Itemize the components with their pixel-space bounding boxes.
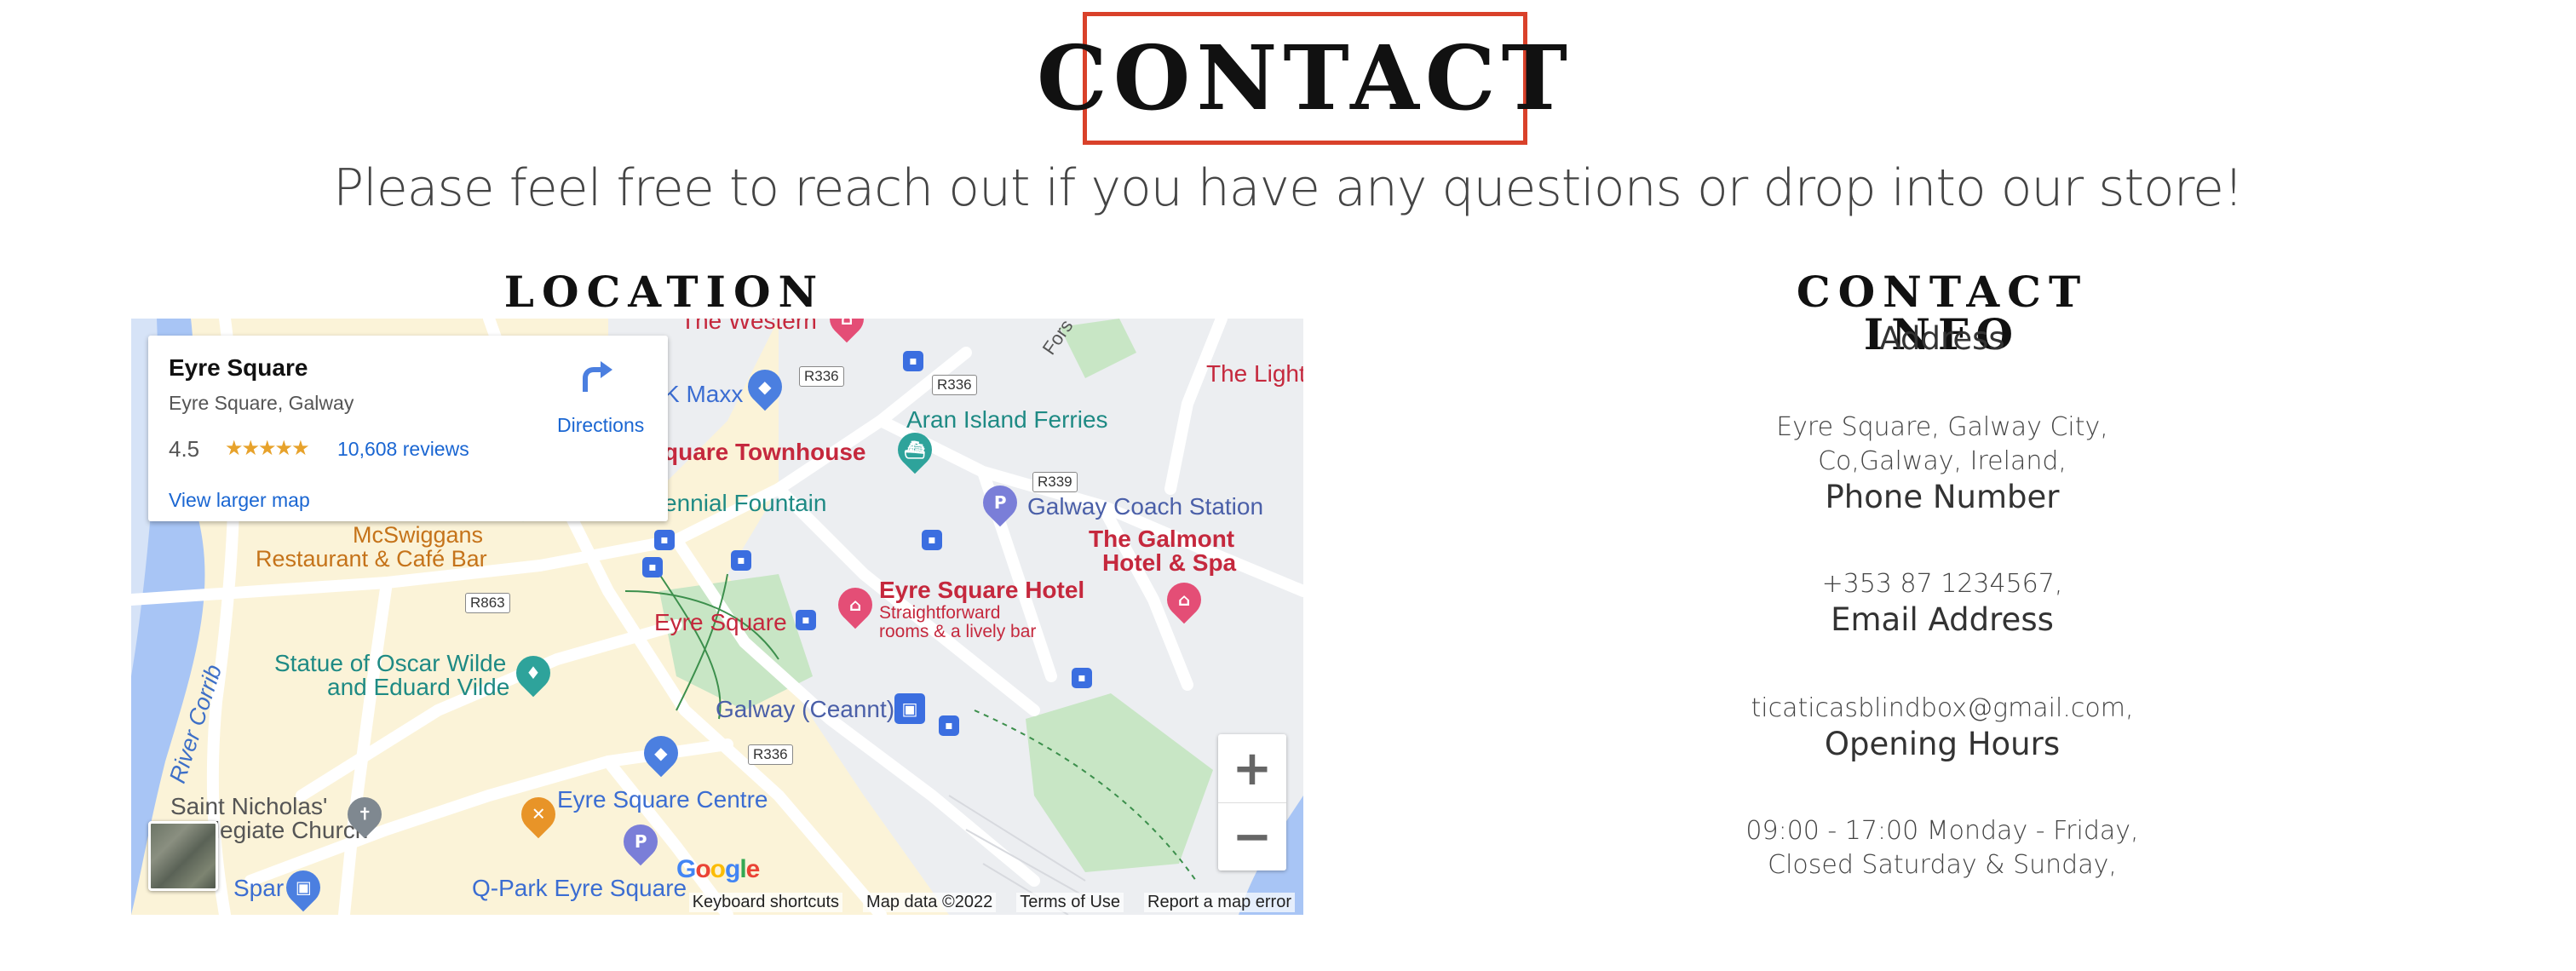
- road-tag-r336: R336: [748, 744, 793, 765]
- zoom-in-button[interactable]: +: [1218, 734, 1286, 802]
- map-label-mcswiggans[interactable]: McSwiggans: [353, 522, 483, 549]
- bus-stop-icon[interactable]: ▪: [1072, 668, 1092, 688]
- map-label-square-townhouse[interactable]: quare Townhouse: [664, 439, 866, 466]
- page-subtitle: Please feel free to reach out if you hav…: [332, 158, 2244, 218]
- address-label: Address: [1879, 320, 2005, 357]
- google-logo: Google: [676, 855, 760, 883]
- terms-of-use-link[interactable]: Terms of Use: [1016, 892, 1124, 912]
- map-label-the-western[interactable]: The Western: [681, 319, 817, 335]
- map-label-eyre-square[interactable]: Eyre Square: [654, 609, 787, 636]
- map-label-eyre-square-hotel[interactable]: Eyre Square Hotel: [879, 577, 1084, 604]
- map-label-aran-island-ferries[interactable]: Aran Island Ferries: [906, 406, 1108, 434]
- road-tag-r336: R336: [932, 375, 977, 395]
- bus-stop-icon[interactable]: ▪: [642, 557, 663, 577]
- directions-link[interactable]: Directions: [557, 414, 644, 437]
- report-map-error-link[interactable]: Report a map error: [1144, 892, 1295, 912]
- contact-info-column: Address Eyre Square, Galway City, Co,Gal…: [1712, 317, 2172, 913]
- map-label-centennial-fountain[interactable]: ennial Fountain: [664, 490, 826, 517]
- address-line-1: Eyre Square, Galway City,: [1776, 412, 2108, 442]
- bus-stop-icon[interactable]: ▪: [922, 530, 942, 550]
- bus-stop-icon[interactable]: ▪: [939, 715, 959, 736]
- place-name: Eyre Square: [169, 354, 308, 381]
- bus-stop-icon[interactable]: ▪: [654, 530, 675, 550]
- map-label-statue-line2: and Eduard Vilde: [327, 674, 510, 700]
- google-map[interactable]: The Western K Maxx quare Townhouse ennia…: [131, 319, 1303, 915]
- directions-icon[interactable]: [578, 358, 614, 394]
- map-label-hotel-desc-2: rooms & a lively bar: [879, 622, 1037, 641]
- map-label-eyre-square-centre[interactable]: Eyre Square Centre: [557, 786, 768, 813]
- map-label-saint-nicholas-2: ollegiate Church: [196, 817, 369, 843]
- bus-stop-icon[interactable]: ▪: [731, 550, 751, 571]
- phone-number[interactable]: +353 87 1234567,: [1712, 567, 2172, 601]
- contact-title-box: CONTACT: [1037, 12, 1567, 145]
- place-info-card: Eyre Square Eyre Square, Galway 4.5 ★★★★…: [148, 336, 668, 521]
- road-tag-r336: R336: [799, 366, 844, 387]
- hours-line-2: Closed Saturday & Sunday,: [1768, 850, 2117, 880]
- opening-hours-label: Opening Hours: [1824, 726, 2061, 762]
- email-address[interactable]: ticaticasblindbox@gmail.com,: [1712, 692, 2172, 726]
- phone-label: Phone Number: [1825, 479, 2060, 515]
- map-label-hotel-spa[interactable]: Hotel & Spa: [1102, 549, 1236, 577]
- zoom-out-button[interactable]: −: [1218, 802, 1286, 870]
- email-label: Email Address: [1831, 601, 2054, 638]
- view-larger-map-link[interactable]: View larger map: [169, 489, 310, 512]
- map-label-galway-coach-station[interactable]: Galway Coach Station: [1027, 493, 1263, 520]
- bus-stop-icon[interactable]: ▪: [903, 351, 923, 371]
- place-address: Eyre Square, Galway: [169, 392, 354, 414]
- map-label-galway-ceannt[interactable]: Galway (Ceannt): [716, 696, 894, 723]
- map-label-hotel-desc-1: Straightforward: [879, 603, 1001, 623]
- zoom-controls: + −: [1218, 734, 1286, 870]
- location-heading: LOCATION: [503, 267, 825, 317]
- map-data-attribution: Map data ©2022: [863, 892, 997, 912]
- map-label-restaurant-cafe-bar: Restaurant & Café Bar: [256, 546, 487, 572]
- place-rating: 4.5: [169, 436, 200, 462]
- road-tag-r863: R863: [465, 593, 510, 613]
- bus-stop-icon[interactable]: ▪: [796, 610, 816, 630]
- reviews-link[interactable]: 10,608 reviews: [337, 438, 469, 461]
- address-line-2: Co,Galway, Ireland,: [1818, 446, 2067, 476]
- page-title: CONTACT: [1037, 26, 1573, 130]
- map-label-tk-maxx[interactable]: K Maxx: [664, 381, 743, 408]
- map-label-the-light[interactable]: The Light: [1206, 360, 1303, 388]
- star-rating-icon: ★★★★★: [225, 437, 310, 460]
- satellite-toggle-button[interactable]: [148, 821, 218, 891]
- train-station-icon[interactable]: ▣: [894, 693, 925, 724]
- keyboard-shortcuts-link[interactable]: Keyboard shortcuts: [688, 892, 843, 912]
- map-footer: Keyboard shortcuts Map data ©2022 Terms …: [131, 889, 1303, 915]
- road-tag-r339: R339: [1032, 472, 1078, 492]
- hours-line-1: 09:00 - 17:00 Monday - Friday,: [1745, 816, 2139, 846]
